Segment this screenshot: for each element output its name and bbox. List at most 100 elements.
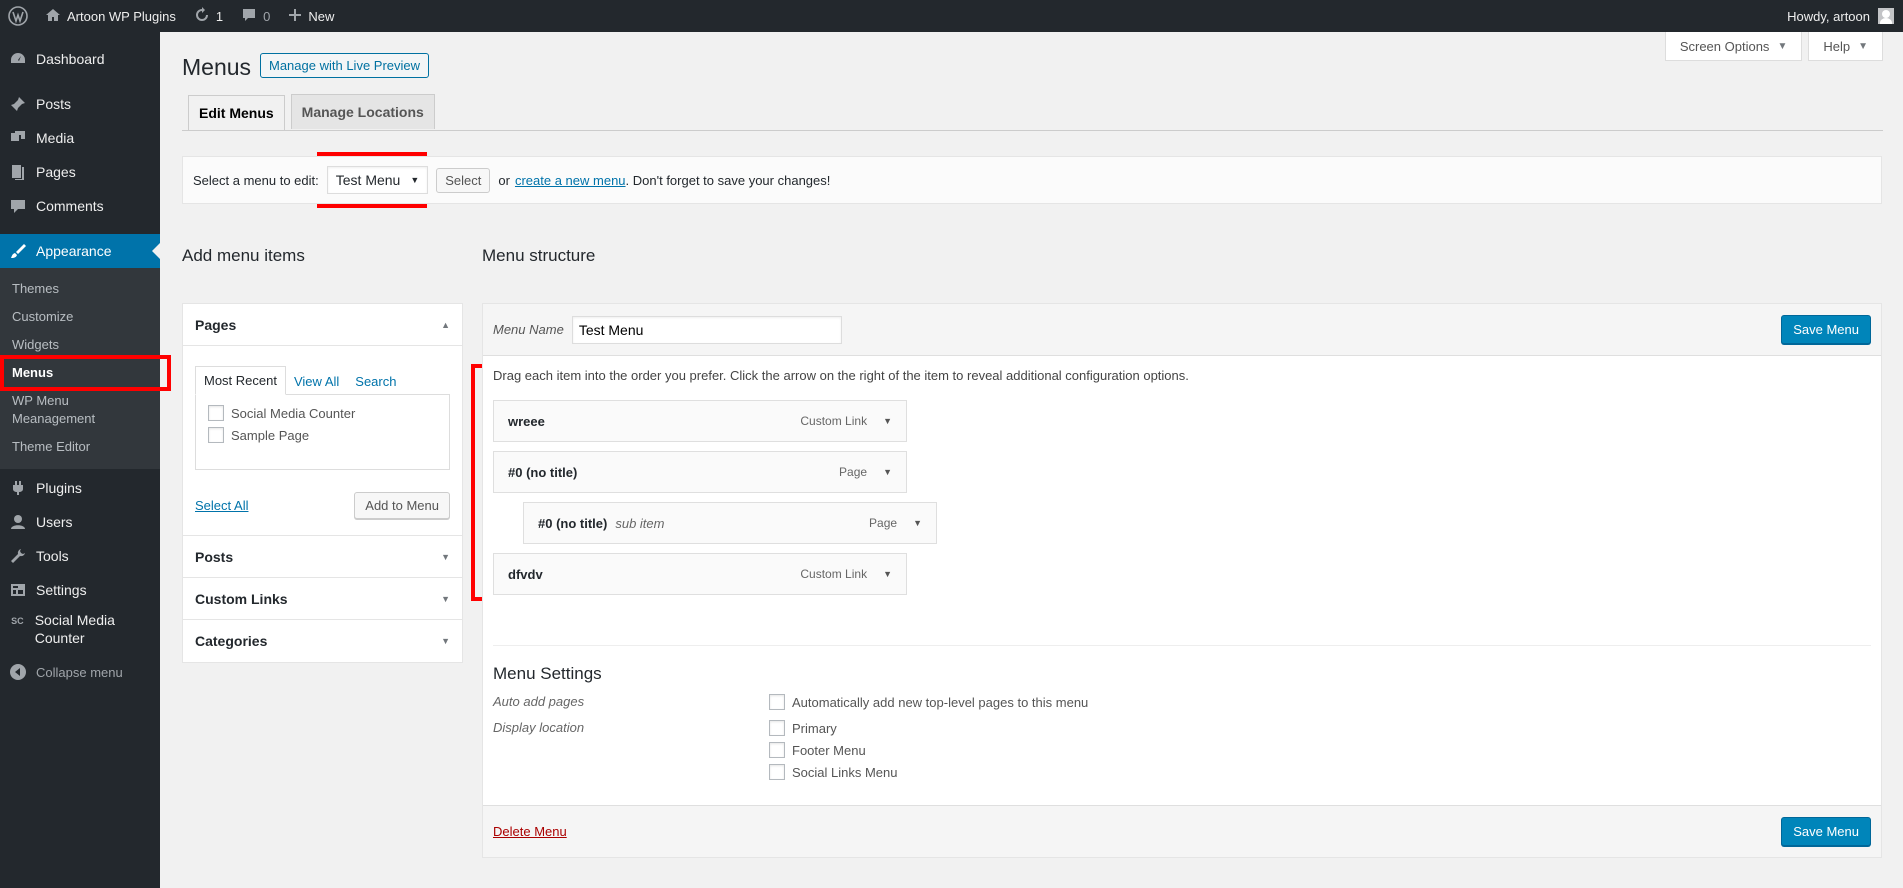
menu-items-list: wreee Custom Link ▼ #0 (no title) Page ▼… [493, 400, 1871, 595]
sidebar-item-dashboard[interactable]: Dashboard [0, 42, 160, 76]
site-name: Artoon WP Plugins [67, 8, 176, 24]
collapse-icon [8, 662, 28, 682]
menu-edit-panel: Menu Name Save Menu Drag each item into … [482, 303, 1882, 858]
sidebar-item-label: Dashboard [36, 51, 105, 67]
posts-section-header[interactable]: Posts ▼ [183, 536, 462, 578]
site-name-link[interactable]: Artoon WP Plugins [36, 0, 185, 32]
add-menu-items-title: Add menu items [182, 246, 305, 265]
checkbox[interactable] [208, 427, 224, 443]
updates-link[interactable]: 1 [185, 0, 232, 32]
tab-edit-menus[interactable]: Edit Menus [188, 95, 285, 130]
menu-name-input[interactable] [571, 315, 842, 344]
expand-arrow-icon[interactable]: ▼ [883, 569, 892, 579]
expand-arrow-icon[interactable]: ▼ [883, 467, 892, 477]
location-checkbox[interactable] [769, 720, 785, 736]
tab-view-all[interactable]: View All [286, 368, 347, 395]
updates-count: 1 [215, 8, 224, 24]
menu-item[interactable]: dfvdv Custom Link ▼ [493, 553, 907, 595]
save-menu-button-top[interactable]: Save Menu [1781, 315, 1871, 344]
location-checkbox[interactable] [769, 742, 785, 758]
add-menu-items-accordion: Pages ▲ Most Recent View All Search Soci… [182, 303, 463, 663]
comments-count: 0 [263, 8, 271, 24]
pages-section-header[interactable]: Pages ▲ [183, 304, 462, 346]
posts-section-title: Posts [195, 548, 234, 565]
page-label: Sample Page [231, 427, 310, 443]
menu-footer: Delete Menu Save Menu [483, 805, 1881, 857]
caret-down-icon: ▼ [1858, 40, 1868, 52]
location-label: Footer Menu [792, 742, 866, 758]
delete-menu-link[interactable]: Delete Menu [493, 824, 567, 839]
location-label: Social Links Menu [792, 764, 898, 780]
wordpress-logo-icon[interactable] [0, 0, 36, 32]
sidebar-item-plugins[interactable]: Plugins [0, 471, 160, 505]
submenu-item-customize[interactable]: Customize [0, 303, 160, 331]
my-account[interactable]: Howdy, artoon [1787, 8, 1903, 24]
auto-add-pages-row: Auto add pages Automatically add new top… [493, 694, 1871, 710]
select-button[interactable]: Select [436, 167, 491, 193]
menu-item[interactable]: #0 (no title) Page ▼ [493, 451, 907, 493]
sidebar-item-tools[interactable]: Tools [0, 539, 160, 573]
select-all-link[interactable]: Select All [195, 498, 248, 513]
menu-item-title: #0 (no title) [508, 464, 578, 480]
appearance-submenu: Themes Customize Widgets Menus WP Menu M… [0, 268, 160, 469]
updates-icon [194, 6, 210, 26]
expand-arrow-icon[interactable]: ▼ [883, 416, 892, 426]
tab-search[interactable]: Search [347, 368, 404, 395]
caret-up-icon: ▲ [441, 319, 450, 330]
expand-arrow-icon[interactable]: ▼ [913, 518, 922, 528]
menu-select-dropdown[interactable]: Test Menu ▼ [326, 166, 429, 194]
sidebar-item-posts[interactable]: Posts [0, 87, 160, 121]
auto-add-option-label: Automatically add new top-level pages to… [792, 694, 1089, 710]
sidebar-item-comments[interactable]: Comments [0, 189, 160, 223]
custom-links-section-title: Custom Links [195, 590, 288, 607]
sub-item-label: sub item [615, 515, 665, 531]
sidebar-item-users[interactable]: Users [0, 505, 160, 539]
live-preview-button[interactable]: Manage with Live Preview [260, 53, 430, 78]
sidebar-item-pages[interactable]: Pages [0, 155, 160, 189]
menu-name-label: Menu Name [493, 322, 564, 337]
submenu-item-theme-editor[interactable]: Theme Editor [0, 433, 160, 461]
save-menu-button-bottom[interactable]: Save Menu [1781, 817, 1871, 846]
sidebar-item-appearance[interactable]: Appearance [0, 234, 160, 268]
location-checkbox[interactable] [769, 764, 785, 780]
screen-options-button[interactable]: Screen Options ▼ [1664, 32, 1803, 61]
comments-link[interactable]: 0 [232, 0, 279, 32]
sidebar-item-label: Media [36, 130, 75, 146]
sidebar-item-label: Collapse menu [36, 664, 123, 680]
menu-item-sub[interactable]: #0 (no title) sub item Page ▼ [523, 502, 937, 544]
pages-checklist: Social Media Counter Sample Page [195, 394, 450, 470]
add-to-menu-button[interactable]: Add to Menu [354, 492, 450, 519]
new-content-link[interactable]: New [279, 0, 343, 32]
submenu-item-wp-menu-management[interactable]: WP Menu Meanagement [0, 387, 160, 433]
sidebar-item-label: Settings [36, 582, 87, 598]
submenu-item-menus[interactable]: Menus [0, 359, 160, 387]
dashboard-icon [8, 49, 28, 69]
checkbox[interactable] [208, 405, 224, 421]
sidebar-item-label: Appearance [36, 243, 112, 259]
auto-add-pages-label: Auto add pages [493, 694, 585, 709]
sidebar-item-social-media-counter[interactable]: SC Social Media Counter [0, 607, 160, 651]
menu-item-type: Page [869, 516, 898, 530]
tab-manage-locations[interactable]: Manage Locations [290, 94, 435, 129]
help-button[interactable]: Help ▼ [1808, 32, 1883, 61]
menu-item[interactable]: wreee Custom Link ▼ [493, 400, 907, 442]
location-option-social: Social Links Menu [769, 764, 898, 780]
sidebar-item-settings[interactable]: Settings [0, 573, 160, 607]
sidebar-item-media[interactable]: Media [0, 121, 160, 155]
submenu-item-widgets[interactable]: Widgets [0, 331, 160, 359]
menu-header: Menu Name Save Menu [483, 304, 1881, 356]
categories-section-header[interactable]: Categories ▼ [183, 620, 462, 662]
collapse-menu-button[interactable]: Collapse menu [0, 655, 160, 689]
drag-instructions: Drag each item into the order you prefer… [493, 368, 1189, 383]
sidebar-item-label: Pages [36, 164, 76, 180]
tab-most-recent[interactable]: Most Recent [195, 366, 286, 395]
menu-item-type: Page [839, 465, 868, 479]
menu-item-title: wreee [508, 413, 545, 429]
submenu-item-themes[interactable]: Themes [0, 275, 160, 303]
sidebar-item-label: Posts [36, 96, 72, 112]
create-new-menu-link[interactable]: create a new menu [515, 173, 626, 188]
auto-add-checkbox[interactable] [769, 694, 785, 710]
sidebar-item-label: Social Media Counter [34, 612, 115, 646]
custom-links-section-header[interactable]: Custom Links ▼ [183, 578, 462, 620]
pages-tabs: Most Recent View All Search [195, 366, 450, 395]
